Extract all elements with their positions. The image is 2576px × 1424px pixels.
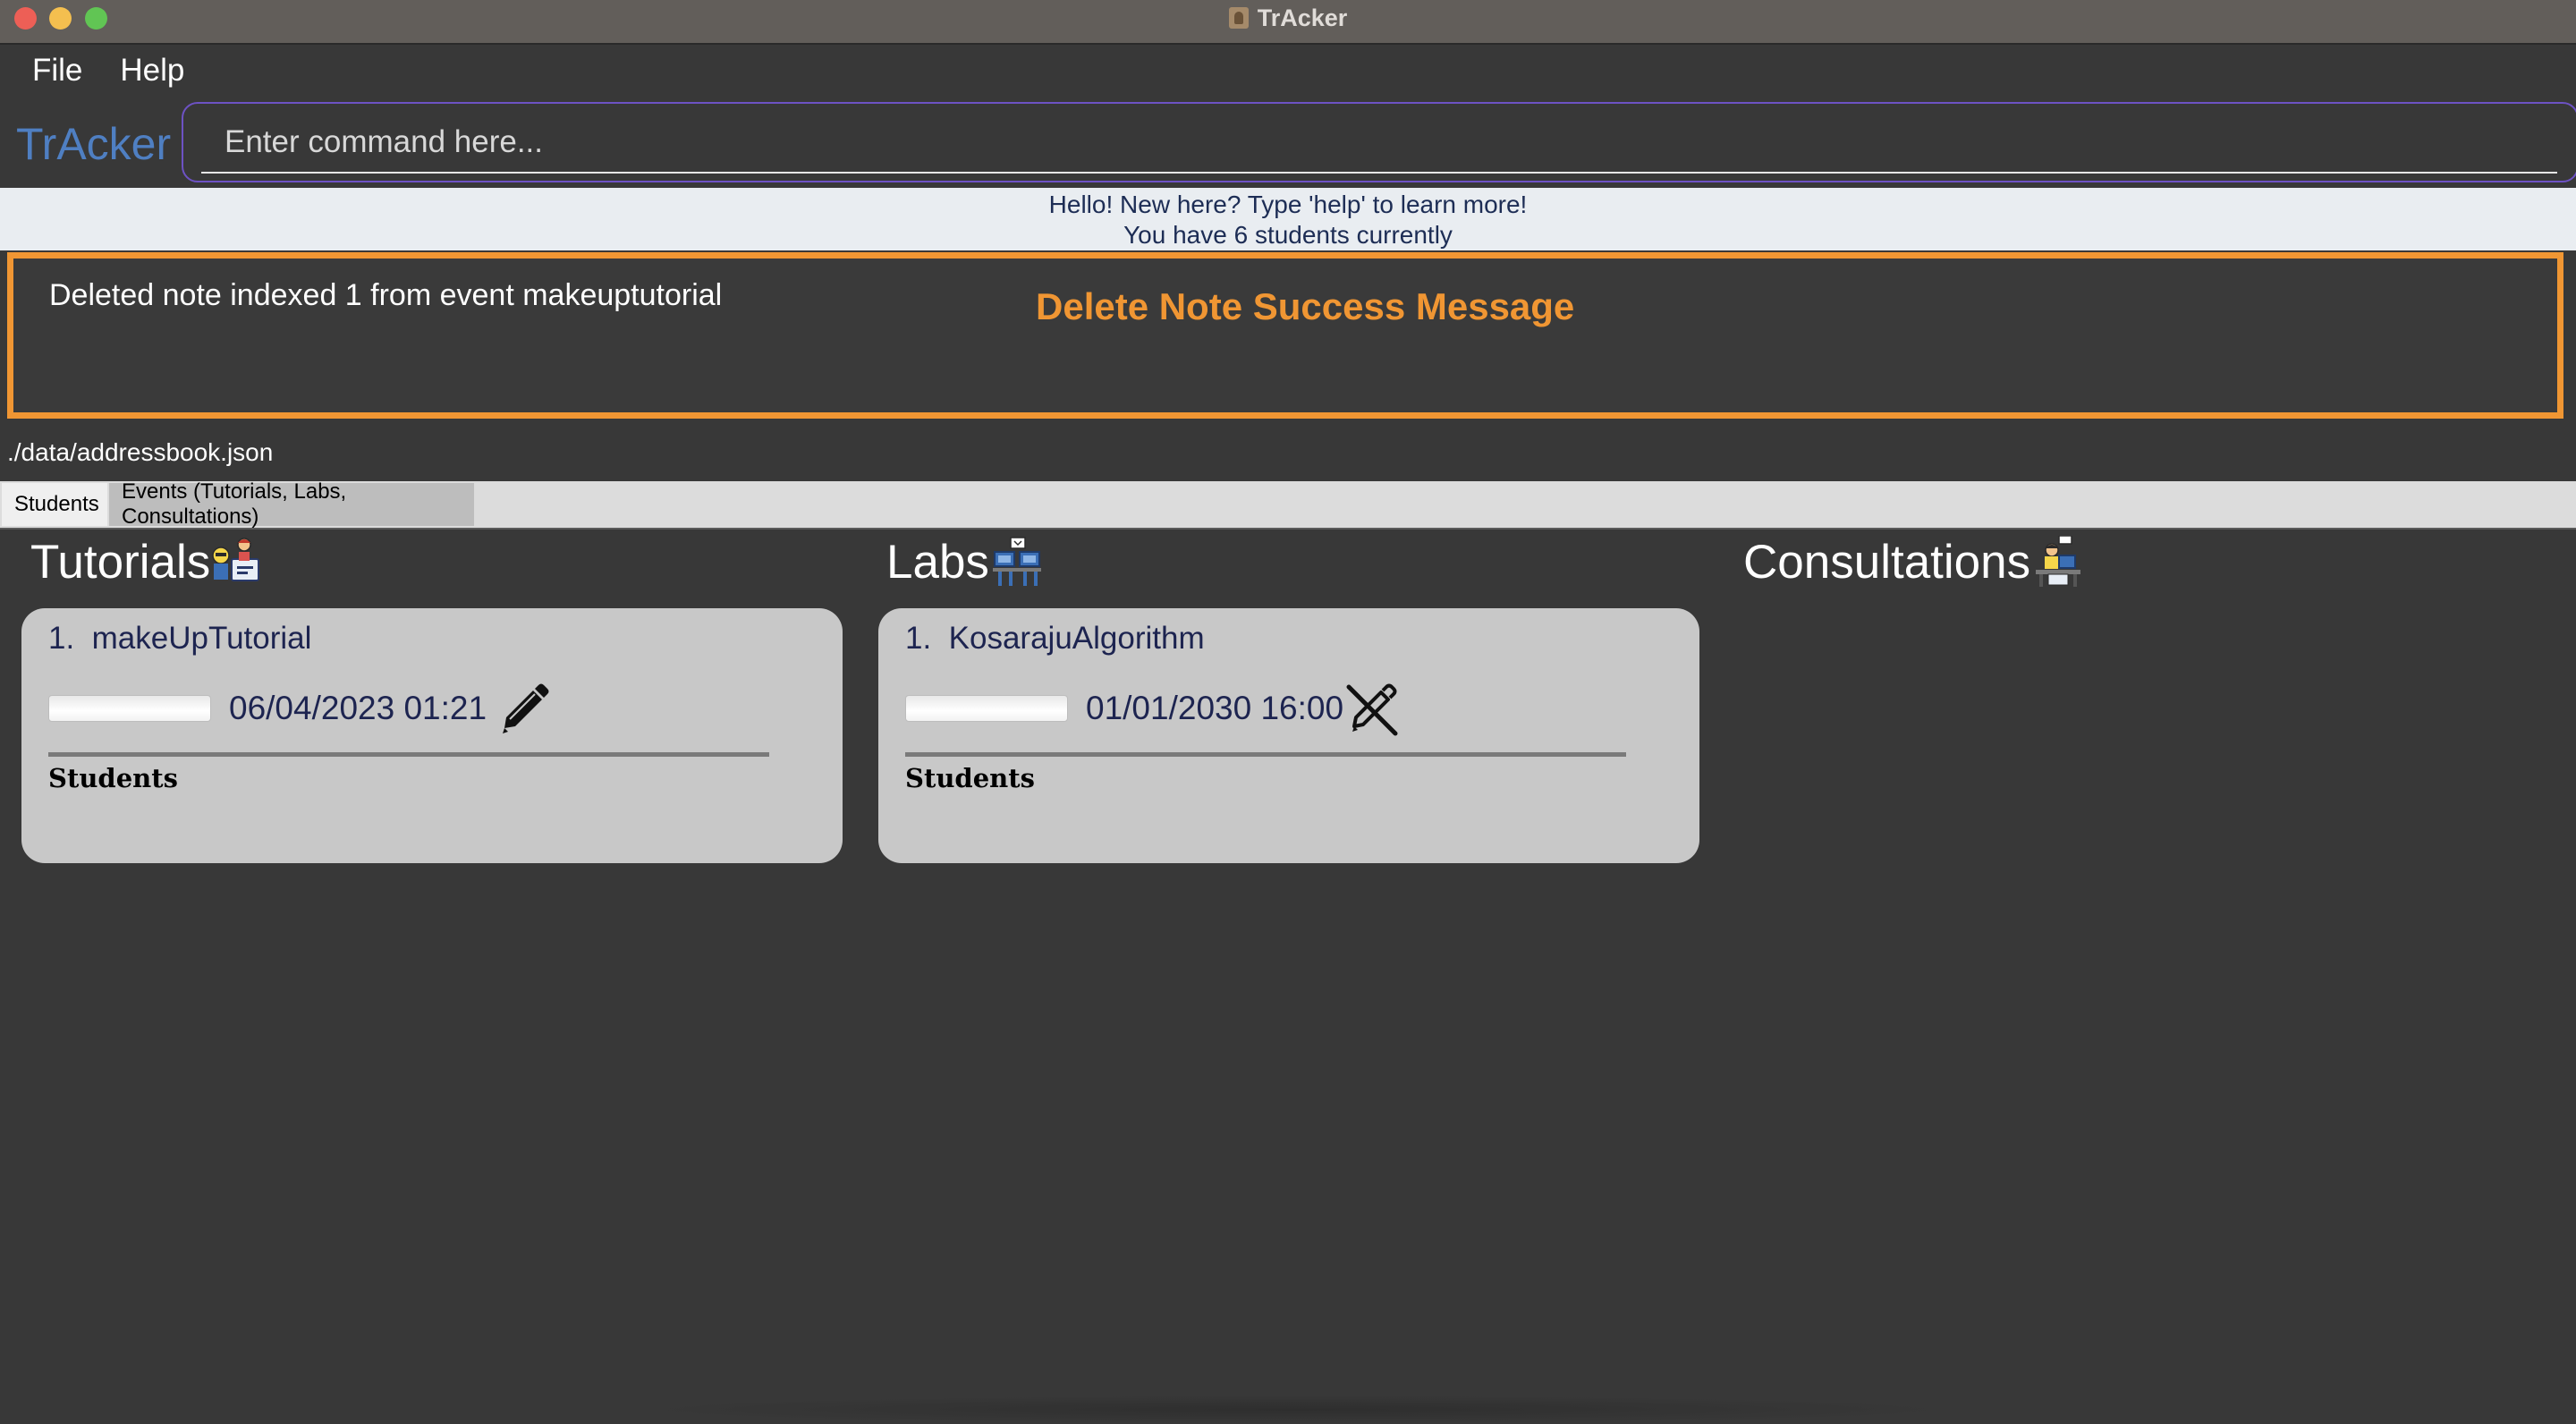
command-input[interactable] [201,113,2557,174]
tutorial-students-label: Students [48,763,178,793]
lab-date: 01/01/2030 16:00 [1086,690,1344,726]
tutorial-card-divider [48,752,769,757]
window-title: TrAcker [1257,4,1348,31]
app-brand: TrAcker [16,119,172,169]
teacher-whiteboard-icon [212,536,264,588]
menu-help[interactable]: Help [120,53,184,89]
tutorial-card-title: 1. makeUpTutorial [48,621,311,657]
tutorials-header: Tutorials [30,531,264,592]
window-title-wrap: TrAcker [0,0,2576,36]
consultations-header: Consultations [1743,531,2084,592]
command-box [182,102,2576,182]
lab-card-divider [905,752,1626,757]
app-window: TrAcker File Help TrAcker Hello! New her… [0,0,2576,1424]
pencil-icon[interactable] [494,680,553,739]
data-file-path: ./data/addressbook.json [7,438,274,466]
tab-divider [0,528,2576,530]
lab-computers-icon [991,536,1043,588]
status-bar: ./data/addressbook.json [0,433,2576,479]
consultation-desk-icon [2032,535,2084,588]
result-display: Deleted note indexed 1 from event makeup… [7,252,2563,419]
tab-students[interactable]: Students [2,483,107,526]
lab-card[interactable]: 1. KosarajuAlgorithm 01/01/2030 16:00 St… [878,608,1699,863]
command-row: TrAcker [0,97,2576,188]
lab-name: KosarajuAlgorithm [948,621,1205,656]
annotation-label: Delete Note Success Message [1036,285,1575,327]
tutorial-date: 06/04/2023 01:21 [229,690,487,726]
pencil-slash-icon[interactable] [1342,680,1401,739]
title-bar: TrAcker [0,0,2576,45]
student-count-line: You have 6 students currently [1123,221,1453,249]
labs-header: Labs [886,531,1043,592]
labs-title: Labs [886,535,989,589]
tutorials-title: Tutorials [30,535,211,589]
app-person-icon [1228,7,1249,29]
menu-bar: File Help [0,45,2576,97]
tab-bar: Students Events (Tutorials, Labs, Consul… [0,479,2576,529]
tab-events[interactable]: Events (Tutorials, Labs, Consultations) [109,479,474,529]
menu-file[interactable]: File [32,53,82,89]
tutorial-progress-bar [48,695,211,722]
lab-progress-bar [905,695,1068,722]
consultations-title: Consultations [1743,535,2031,589]
greeting-banner: Hello! New here? Type 'help' to learn mo… [0,188,2576,250]
greeting-line-1: Hello! New here? Type 'help' to learn mo… [1048,191,1528,218]
lab-card-title: 1. KosarajuAlgorithm [905,621,1205,657]
tutorial-name: makeUpTutorial [91,621,312,656]
tutorial-index: 1. [48,621,75,656]
lab-index: 1. [905,621,932,656]
footer-shadow [626,1395,1968,1424]
result-message: Deleted note indexed 1 from event makeup… [49,278,723,312]
lab-students-label: Students [905,763,1035,793]
tutorial-card[interactable]: 1. makeUpTutorial 06/04/2023 01:21 Stude… [21,608,843,863]
